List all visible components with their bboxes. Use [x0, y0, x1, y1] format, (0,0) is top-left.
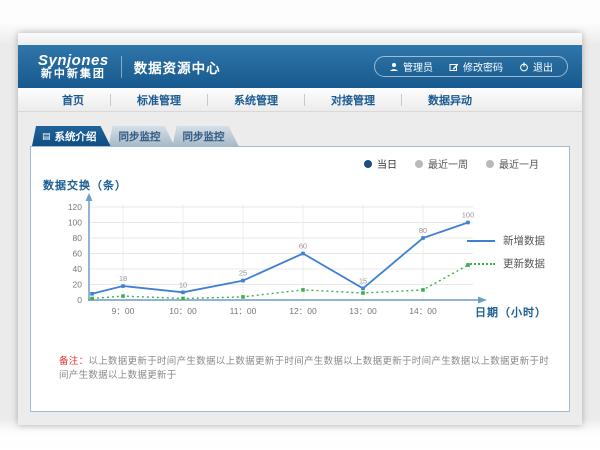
tab-system-intro[interactable]: ▤ 系统介绍	[32, 126, 111, 146]
header-divider	[121, 56, 122, 78]
svg-text:14：00: 14：00	[409, 306, 437, 316]
tab-sync-monitor-2[interactable]: 同步监控	[173, 126, 239, 146]
logo-en-text: Synjones	[38, 53, 109, 69]
svg-text:9：00: 9：00	[112, 306, 135, 316]
footnote: 备注：以上数据更新于时间产生数据以上数据更新于时间产生数据以上数据更新于时间产生…	[59, 353, 549, 381]
tab-sync-monitor-2-label: 同步监控	[183, 129, 225, 144]
admin-user-button[interactable]: 管理员	[389, 59, 433, 74]
tab-sync-monitor-1-label: 同步监控	[119, 129, 161, 144]
range-option-last-month[interactable]: 最近一月	[486, 156, 539, 171]
nav-item-standard-management[interactable]: 标准管理	[111, 92, 207, 108]
logout-label: 退出	[533, 59, 553, 74]
tab-sync-monitor-1[interactable]: 同步监控	[109, 126, 175, 146]
svg-text:18: 18	[119, 274, 127, 283]
document-icon: ▤	[42, 132, 51, 141]
dotted-line-icon	[467, 263, 495, 265]
svg-text:15: 15	[359, 276, 367, 285]
range-option-last-week-label: 最近一周	[428, 156, 468, 171]
window-top-strip	[18, 33, 582, 45]
nav-item-home[interactable]: 首页	[36, 92, 110, 108]
logo: Synjones 新中新集团	[38, 53, 109, 80]
change-password-button[interactable]: 修改密码	[449, 59, 503, 74]
svg-text:80: 80	[73, 233, 83, 243]
chart-legend: 新增数据 更新数据	[467, 233, 545, 271]
nav-item-data-change[interactable]: 数据异动	[402, 92, 498, 108]
range-option-today-label: 当日	[377, 156, 397, 171]
svg-text:10: 10	[179, 280, 187, 289]
svg-text:60: 60	[73, 249, 83, 259]
legend-update-data-label: 更新数据	[503, 256, 545, 271]
svg-text:0: 0	[77, 295, 82, 305]
change-password-label: 修改密码	[463, 59, 503, 74]
svg-text:20: 20	[73, 280, 83, 290]
svg-text:12：00: 12：00	[289, 306, 317, 316]
svg-text:13：00: 13：00	[349, 306, 377, 316]
power-icon	[519, 62, 529, 72]
radio-dot-icon	[415, 160, 423, 168]
logo-cn-text: 新中新集团	[38, 69, 109, 81]
radio-dot-icon	[364, 160, 372, 168]
svg-text:120: 120	[68, 202, 82, 212]
range-option-last-month-label: 最近一月	[499, 156, 539, 171]
svg-text:10：00: 10：00	[169, 306, 197, 316]
app-window: Synjones 新中新集团 数据资源中心 管理员 修改密码	[18, 33, 582, 425]
admin-user-label: 管理员	[403, 59, 433, 74]
footnote-text: 以上数据更新于时间产生数据以上数据更新于时间产生数据以上数据更新于时间产生数据以…	[59, 356, 549, 381]
user-icon	[389, 62, 399, 72]
nav-item-interface-management[interactable]: 对接管理	[305, 92, 401, 108]
svg-text:11：00: 11：00	[230, 306, 257, 316]
legend-item-new-data[interactable]: 新增数据	[467, 233, 545, 248]
svg-text:25: 25	[239, 269, 247, 278]
time-range-selector: 当日 最近一周 最近一月	[364, 156, 539, 171]
edit-icon	[449, 62, 459, 72]
range-option-last-week[interactable]: 最近一周	[415, 156, 468, 171]
tab-bar: ▤ 系统介绍 同步监控 同步监控	[30, 126, 570, 146]
chart-panel: 当日 最近一周 最近一月 数据交换（条） 0204060801001209：00…	[30, 146, 570, 412]
legend-new-data-label: 新增数据	[503, 233, 545, 248]
nav-item-system-management[interactable]: 系统管理	[208, 92, 304, 108]
user-toolbar: 管理员 修改密码 退出	[374, 56, 568, 77]
page-title: 数据资源中心	[134, 57, 221, 77]
range-option-today[interactable]: 当日	[364, 156, 397, 171]
main-nav: 首页 标准管理 系统管理 对接管理 数据异动	[18, 88, 582, 112]
app-header: Synjones 新中新集团 数据资源中心 管理员 修改密码	[18, 45, 582, 88]
svg-text:60: 60	[299, 242, 307, 251]
tab-system-intro-label: 系统介绍	[55, 129, 97, 144]
svg-text:80: 80	[419, 226, 427, 235]
svg-text:100: 100	[68, 218, 82, 228]
svg-text:40: 40	[73, 264, 83, 274]
x-axis-title: 日期（小时）	[475, 304, 547, 320]
content-area: ▤ 系统介绍 同步监控 同步监控 当日 最近一周	[18, 112, 582, 425]
logout-button[interactable]: 退出	[519, 59, 553, 74]
legend-item-update-data[interactable]: 更新数据	[467, 256, 545, 271]
line-chart: 0 20 40 60 80 100 120 9：00 10：00 11：00 12：00 13：00 1…	[31, 189, 501, 329]
chart-area: 0 20 40 60 80 100 120 9：00 10：00 11：00 12：00 13：00 1…	[31, 189, 501, 334]
radio-dot-icon	[486, 160, 494, 168]
svg-text:100: 100	[462, 211, 475, 220]
solid-line-icon	[467, 240, 495, 242]
footnote-prefix: 备注：	[59, 356, 88, 367]
